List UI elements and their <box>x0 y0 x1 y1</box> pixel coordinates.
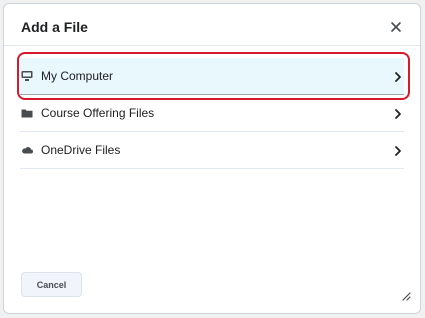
folder-icon <box>21 107 33 119</box>
source-item-onedrive-files[interactable]: OneDrive Files <box>20 132 404 169</box>
cloud-icon <box>21 144 33 156</box>
source-label: My Computer <box>41 69 114 83</box>
dialog-title: Add a File <box>21 19 88 35</box>
chevron-right-icon <box>394 144 402 156</box>
computer-icon <box>21 70 33 82</box>
source-label: Course Offering Files <box>41 106 155 120</box>
header-divider <box>4 45 420 46</box>
file-source-list: My Computer Course Offering Files OneDri… <box>20 58 404 169</box>
source-label: OneDrive Files <box>41 143 121 157</box>
cancel-button[interactable]: Cancel <box>21 272 82 297</box>
close-icon[interactable] <box>389 18 403 36</box>
chevron-right-icon <box>394 70 402 82</box>
add-file-dialog: Add a File My Computer Course Offering F… <box>3 3 421 314</box>
source-item-course-offering-files[interactable]: Course Offering Files <box>20 95 404 132</box>
resize-grip-icon[interactable] <box>400 288 411 301</box>
source-item-my-computer[interactable]: My Computer <box>20 58 404 95</box>
chevron-right-icon <box>394 107 402 119</box>
